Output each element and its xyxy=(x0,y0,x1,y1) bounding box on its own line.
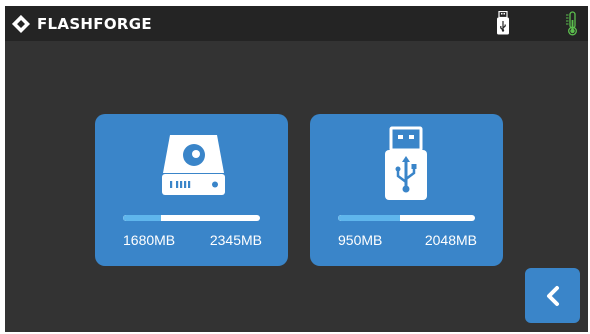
usb-storage-progress xyxy=(338,215,475,221)
internal-storage-card[interactable]: 1680MB 2345MB xyxy=(95,114,288,266)
used-space: 950MB xyxy=(338,232,383,248)
usb-drive-status-icon xyxy=(497,11,509,35)
brand: FLASHFORGE xyxy=(11,14,152,34)
progress-fill xyxy=(338,215,400,221)
internal-storage-progress xyxy=(123,215,260,221)
total-space: 2345MB xyxy=(209,232,262,248)
progress-fill xyxy=(123,215,162,221)
storage-screen: FLASHFORGE 1680MB 2345MB 950MB 2048MB xyxy=(5,6,588,332)
brand-name: FLASHFORGE xyxy=(37,15,152,33)
thermometer-icon xyxy=(566,11,577,36)
top-bar: FLASHFORGE xyxy=(5,6,588,41)
total-space: 2048MB xyxy=(424,232,477,248)
flashforge-logo-icon xyxy=(12,15,30,33)
usb-storage-card[interactable]: 950MB 2048MB xyxy=(310,114,503,266)
back-button[interactable] xyxy=(525,268,580,323)
used-space: 1680MB xyxy=(123,232,176,248)
hard-drive-icon xyxy=(162,135,225,195)
chevron-left-icon xyxy=(546,285,559,306)
usb-drive-icon xyxy=(385,126,427,200)
